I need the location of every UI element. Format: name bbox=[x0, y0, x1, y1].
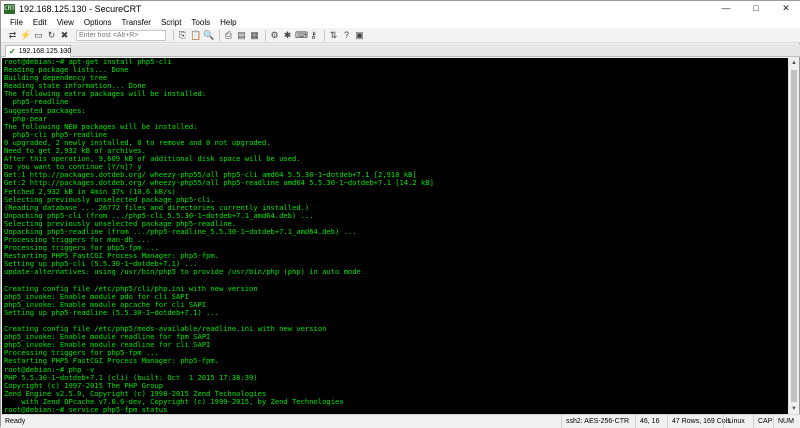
menu-tools[interactable]: Tools bbox=[186, 18, 215, 27]
terminal-line: The following NEW packages will be insta… bbox=[4, 121, 198, 131]
menu-help[interactable]: Help bbox=[215, 18, 241, 27]
terminal-screen[interactable]: root@debian:~# apt-get install php5-cli R… bbox=[2, 58, 790, 414]
global-options-icon[interactable]: ✱ bbox=[282, 30, 293, 41]
toolbar-separator bbox=[324, 29, 325, 41]
tab-session[interactable]: ✔ 192.168.125.130 × bbox=[5, 45, 71, 57]
toolbar-separator bbox=[219, 29, 220, 41]
help-icon[interactable]: ? bbox=[341, 30, 352, 41]
reconnect-icon[interactable]: ↻ bbox=[46, 30, 57, 41]
terminal-line: Suggested packages: bbox=[4, 105, 86, 115]
connected-check-icon: ✔ bbox=[9, 47, 16, 56]
menu-options[interactable]: Options bbox=[79, 18, 117, 27]
print-icon[interactable]: ⎙ bbox=[223, 30, 234, 41]
securecrt-window: CRT 192.168.125.130 - SecureCRT — □ ✕ Fi… bbox=[0, 0, 800, 428]
toolbar-separator bbox=[173, 29, 174, 41]
terminal-line: Reading package lists... Done bbox=[4, 65, 129, 75]
securecrt-app-icon: CRT bbox=[4, 3, 15, 14]
disconnect-icon[interactable]: ✖ bbox=[59, 30, 70, 41]
session-tab-bar: ✔ 192.168.125.130 × bbox=[1, 44, 800, 57]
close-button[interactable]: ✕ bbox=[771, 1, 800, 16]
menu-file[interactable]: File bbox=[5, 18, 28, 27]
status-ready: Ready bbox=[5, 418, 26, 425]
paste-icon[interactable]: 📋 bbox=[190, 30, 201, 41]
scroll-down-arrow-icon[interactable]: ▼ bbox=[789, 404, 799, 414]
terminal-line: update-alternatives: using /usr/bin/php5… bbox=[4, 267, 361, 277]
status-protocol: ssh2: AES-256-CTR bbox=[561, 415, 633, 428]
quick-connect-icon[interactable]: ⚡ bbox=[20, 30, 31, 41]
session-options-icon[interactable]: ⚙ bbox=[269, 30, 280, 41]
terminal-line: Setting up php5-readline (5.5.30-1~dotde… bbox=[4, 307, 219, 317]
minimize-button[interactable]: — bbox=[711, 1, 741, 16]
status-num: NUM bbox=[773, 415, 798, 428]
window-title: 192.168.125.130 - SecureCRT bbox=[19, 3, 142, 14]
find-icon[interactable]: 🔍 bbox=[203, 30, 214, 41]
maximize-button[interactable]: □ bbox=[741, 1, 771, 16]
menu-transfer[interactable]: Transfer bbox=[116, 18, 156, 27]
terminal-line: root@debian:~# service php5-fpm status bbox=[4, 405, 168, 414]
menu-view[interactable]: View bbox=[52, 18, 79, 27]
toolbar-separator bbox=[265, 29, 266, 41]
status-os: Linux bbox=[723, 415, 749, 428]
window-controls: — □ ✕ bbox=[711, 1, 800, 16]
menu-bar: File Edit View Options Transfer Script T… bbox=[1, 16, 800, 28]
terminal-line: The following extra packages will be ins… bbox=[4, 89, 207, 99]
connect-in-tab-icon[interactable]: ▭ bbox=[33, 30, 44, 41]
terminal-line: php5-readline bbox=[4, 97, 69, 107]
copy-icon[interactable]: ⎘ bbox=[177, 30, 188, 41]
connect-icon[interactable]: ⇄ bbox=[7, 30, 18, 41]
title-bar: CRT 192.168.125.130 - SecureCRT — □ ✕ bbox=[1, 1, 800, 16]
scroll-thumb[interactable] bbox=[791, 70, 797, 402]
menu-edit[interactable]: Edit bbox=[28, 18, 52, 27]
log-icon[interactable]: ▦ bbox=[249, 30, 260, 41]
keymap-icon[interactable]: ⌨ bbox=[295, 30, 308, 41]
tab-close-icon[interactable]: × bbox=[59, 48, 67, 56]
sftp-icon[interactable]: ⇅ bbox=[328, 30, 339, 41]
status-cursor: 46, 16 bbox=[635, 415, 663, 428]
menu-script[interactable]: Script bbox=[156, 18, 186, 27]
terminal-scrollbar[interactable]: ▲ ▼ bbox=[788, 58, 798, 414]
print-setup-icon[interactable]: ▤ bbox=[236, 30, 247, 41]
host-input[interactable] bbox=[76, 29, 166, 41]
status-bar: Ready ssh2: AES-256-CTR 46, 16 47 Rows, … bbox=[1, 414, 800, 428]
terminal-line: Restarting PHP5 FastCGI Process Manager:… bbox=[4, 356, 219, 366]
key-icon[interactable]: ⚷ bbox=[308, 30, 319, 41]
about-icon[interactable]: ▣ bbox=[354, 30, 365, 41]
scroll-up-arrow-icon[interactable]: ▲ bbox=[789, 58, 799, 68]
toolbar: ⇄ ⚡ ▭ ↻ ✖ ⎘ 📋 🔍 ⎙ ▤ ▦ ⚙ ✱ ⌨ ⚷ ⇅ ? ▣ bbox=[1, 28, 800, 43]
